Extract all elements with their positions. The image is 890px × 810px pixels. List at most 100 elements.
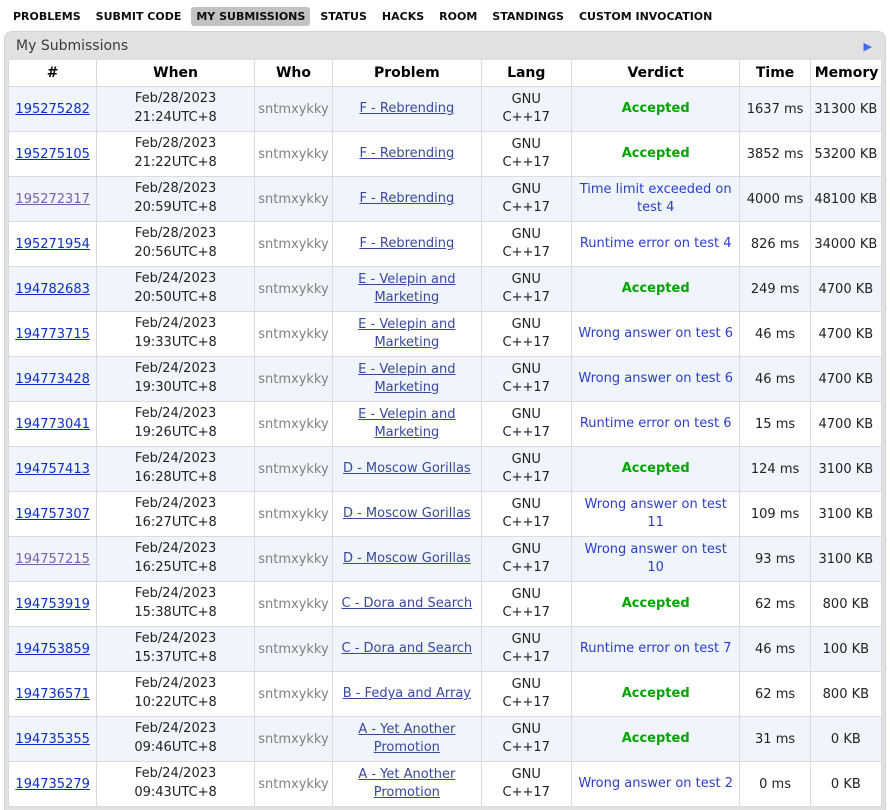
problem-cell: E - Velepin and Marketing — [333, 402, 482, 447]
when-cell: Feb/24/2023 15:38UTC+8 — [97, 582, 255, 627]
problem-link[interactable]: F - Rebrending — [359, 145, 454, 163]
problem-link[interactable]: D - Moscow Gorillas — [343, 550, 471, 568]
submission-id-link[interactable]: 194773715 — [15, 327, 89, 342]
submission-row: 194757215 Feb/24/2023 16:25UTC+8 sntmxyk… — [9, 537, 882, 582]
submission-id-link[interactable]: 194782683 — [15, 282, 89, 297]
user-link[interactable]: sntmxykky — [258, 462, 328, 477]
problem-cell: F - Rebrending — [333, 177, 482, 222]
nav-item-problems[interactable]: PROBLEMS — [8, 7, 86, 26]
submission-id-cell: 195275105 — [9, 132, 97, 177]
lang-cell: GNU C++17 — [481, 357, 571, 402]
submission-row: 195275282 Feb/28/2023 21:24UTC+8 sntmxyk… — [9, 87, 882, 132]
submission-id-cell: 194773715 — [9, 312, 97, 357]
memory-cell: 800 KB — [810, 672, 881, 717]
submission-row: 194753919 Feb/24/2023 15:38UTC+8 sntmxyk… — [9, 582, 882, 627]
who-cell: sntmxykky — [254, 177, 332, 222]
who-cell: sntmxykky — [254, 717, 332, 762]
submission-id-link[interactable]: 194773428 — [15, 372, 89, 387]
user-link[interactable]: sntmxykky — [258, 372, 328, 387]
column-header-memory: Memory — [810, 60, 881, 87]
submission-id-link[interactable]: 195272317 — [15, 192, 89, 207]
problem-link[interactable]: B - Fedya and Array — [343, 685, 471, 703]
verdict-cell: Wrong answer on test 6 — [571, 312, 740, 357]
user-link[interactable]: sntmxykky — [258, 327, 328, 342]
problem-link[interactable]: A - Yet Another Promotion — [337, 721, 477, 756]
submission-time: 10:22UTC+8 — [100, 694, 251, 713]
submission-date: Feb/28/2023 — [100, 225, 251, 244]
problem-link[interactable]: E - Velepin and Marketing — [337, 271, 477, 306]
submission-id-link[interactable]: 194757215 — [15, 552, 89, 567]
submission-id-link[interactable]: 194757307 — [15, 507, 89, 522]
submission-id-link[interactable]: 194736571 — [15, 687, 89, 702]
problem-link[interactable]: F - Rebrending — [359, 235, 454, 253]
verdict-label: Accepted — [622, 280, 690, 298]
submission-id-link[interactable]: 194753859 — [15, 642, 89, 657]
memory-cell: 4700 KB — [810, 312, 881, 357]
problem-cell: F - Rebrending — [333, 132, 482, 177]
user-link[interactable]: sntmxykky — [258, 507, 328, 522]
problem-link[interactable]: E - Velepin and Marketing — [337, 361, 477, 396]
column-header-problem: Problem — [333, 60, 482, 87]
nav-item-status[interactable]: STATUS — [315, 7, 372, 26]
problem-link[interactable]: C - Dora and Search — [341, 595, 472, 613]
user-link[interactable]: sntmxykky — [258, 282, 328, 297]
lang-cell: GNU C++17 — [481, 492, 571, 537]
user-link[interactable]: sntmxykky — [258, 237, 328, 252]
submission-id-link[interactable]: 195271954 — [15, 237, 89, 252]
who-cell: sntmxykky — [254, 87, 332, 132]
user-link[interactable]: sntmxykky — [258, 687, 328, 702]
user-link[interactable]: sntmxykky — [258, 597, 328, 612]
user-link[interactable]: sntmxykky — [258, 552, 328, 567]
problem-link[interactable]: A - Yet Another Promotion — [337, 766, 477, 801]
submission-time: 16:25UTC+8 — [100, 559, 251, 578]
problem-link[interactable]: F - Rebrending — [359, 100, 454, 118]
problem-link[interactable]: E - Velepin and Marketing — [337, 316, 477, 351]
verdict-label: Accepted — [622, 730, 690, 748]
verdict-label: Accepted — [622, 460, 690, 478]
lang-cell: GNU C++17 — [481, 132, 571, 177]
nav-item-submit-code[interactable]: SUBMIT CODE — [91, 7, 187, 26]
when-cell: Feb/28/2023 21:22UTC+8 — [97, 132, 255, 177]
submission-row: 194773715 Feb/24/2023 19:33UTC+8 sntmxyk… — [9, 312, 882, 357]
user-link[interactable]: sntmxykky — [258, 192, 328, 207]
collapse-arrow-icon[interactable]: ▶ — [862, 40, 874, 53]
problem-link[interactable]: E - Velepin and Marketing — [337, 406, 477, 441]
submission-date: Feb/24/2023 — [100, 405, 251, 424]
submission-row: 194735355 Feb/24/2023 09:46UTC+8 sntmxyk… — [9, 717, 882, 762]
user-link[interactable]: sntmxykky — [258, 147, 328, 162]
problem-link[interactable]: F - Rebrending — [359, 190, 454, 208]
nav-item-room[interactable]: ROOM — [434, 7, 482, 26]
submission-id-link[interactable]: 194735279 — [15, 777, 89, 792]
submission-id-link[interactable]: 195275282 — [15, 102, 89, 117]
submission-id-link[interactable]: 195275105 — [15, 147, 89, 162]
nav-item-custom-invocation[interactable]: CUSTOM INVOCATION — [574, 7, 717, 26]
user-link[interactable]: sntmxykky — [258, 777, 328, 792]
submission-id-cell: 195272317 — [9, 177, 97, 222]
nav-item-standings[interactable]: STANDINGS — [487, 7, 569, 26]
nav-item-hacks[interactable]: HACKS — [377, 7, 429, 26]
user-link[interactable]: sntmxykky — [258, 417, 328, 432]
submission-id-link[interactable]: 194753919 — [15, 597, 89, 612]
nav-item-my-submissions[interactable]: MY SUBMISSIONS — [191, 7, 310, 26]
when-cell: Feb/24/2023 16:27UTC+8 — [97, 492, 255, 537]
who-cell: sntmxykky — [254, 582, 332, 627]
problem-link[interactable]: D - Moscow Gorillas — [343, 460, 471, 478]
submission-time: 09:43UTC+8 — [100, 784, 251, 803]
submission-id-cell: 194736571 — [9, 672, 97, 717]
who-cell: sntmxykky — [254, 132, 332, 177]
submission-id-link[interactable]: 194773041 — [15, 417, 89, 432]
verdict-cell: Wrong answer on test 2 — [571, 762, 740, 807]
user-link[interactable]: sntmxykky — [258, 732, 328, 747]
memory-cell: 100 KB — [810, 627, 881, 672]
submission-date: Feb/24/2023 — [100, 360, 251, 379]
submission-id-link[interactable]: 194735355 — [15, 732, 89, 747]
verdict-cell: Runtime error on test 4 — [571, 222, 740, 267]
user-link[interactable]: sntmxykky — [258, 642, 328, 657]
submission-id-link[interactable]: 194757413 — [15, 462, 89, 477]
user-link[interactable]: sntmxykky — [258, 102, 328, 117]
submission-time: 21:22UTC+8 — [100, 154, 251, 173]
submission-id-cell: 194757307 — [9, 492, 97, 537]
problem-link[interactable]: D - Moscow Gorillas — [343, 505, 471, 523]
who-cell: sntmxykky — [254, 402, 332, 447]
problem-link[interactable]: C - Dora and Search — [341, 640, 472, 658]
